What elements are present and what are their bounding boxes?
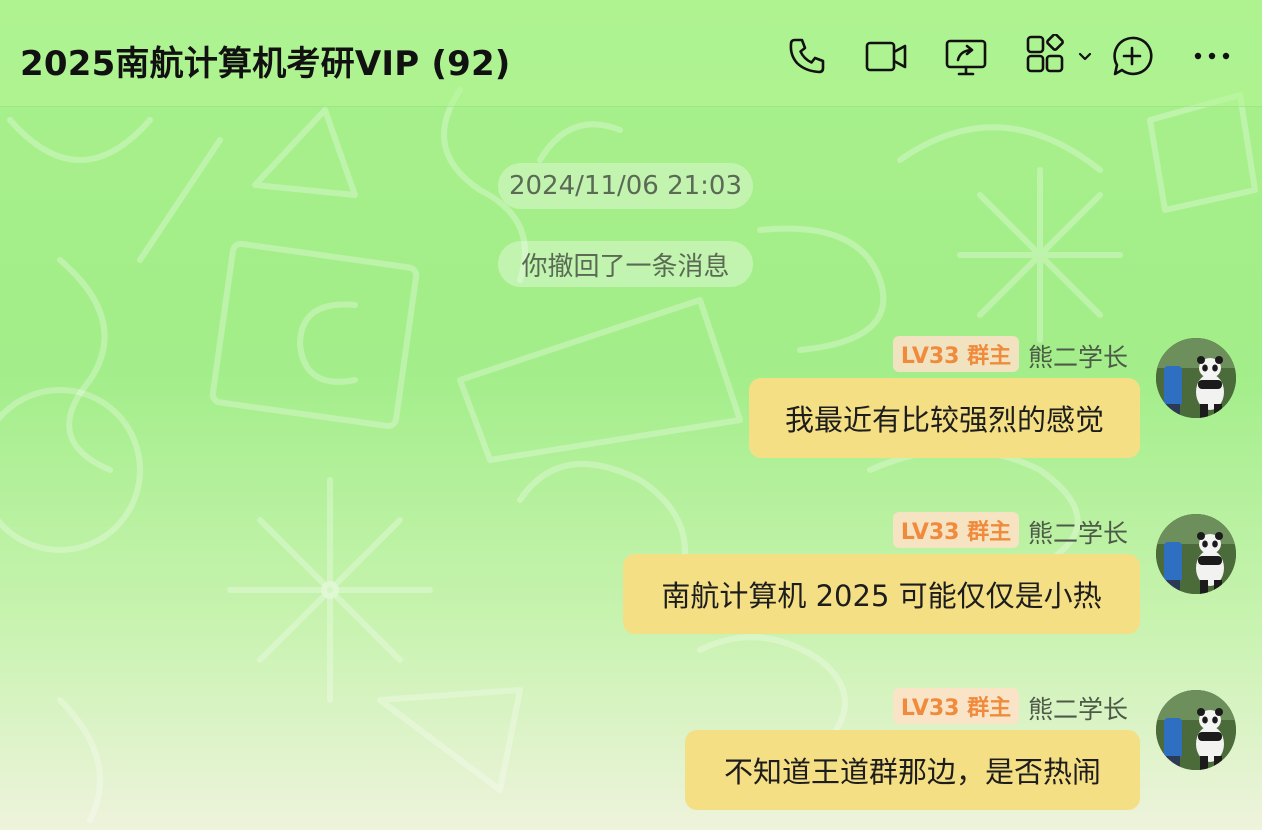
add-chat-icon[interactable] (1110, 34, 1154, 78)
sender-name[interactable]: 熊二学长 (1028, 514, 1128, 550)
system-notice: 你撤回了一条消息 (498, 241, 753, 287)
screen-share-icon[interactable] (944, 34, 988, 78)
sender-name[interactable]: 熊二学长 (1028, 338, 1128, 374)
role-badge: LV33 群主 (893, 512, 1019, 548)
chat-header: 2025南航计算机考研VIP (92) (0, 0, 1262, 107)
phone-icon[interactable] (785, 34, 829, 78)
avatar[interactable] (1156, 514, 1236, 594)
more-icon[interactable] (1190, 34, 1234, 78)
sender-name[interactable]: 熊二学长 (1028, 690, 1128, 726)
apps-icon[interactable] (1024, 34, 1068, 78)
avatar[interactable] (1156, 338, 1236, 418)
role-badge: LV33 群主 (893, 688, 1019, 724)
video-call-icon[interactable] (864, 34, 908, 78)
avatar[interactable] (1156, 690, 1236, 770)
message-bubble[interactable]: 不知道王道群那边，是否热闹 (685, 730, 1140, 810)
role-badge: LV33 群主 (893, 336, 1019, 372)
message-bubble[interactable]: 我最近有比较强烈的感觉 (749, 378, 1140, 458)
timestamp-pill: 2024/11/06 21:03 (498, 163, 753, 209)
chevron-down-icon[interactable] (1072, 34, 1098, 78)
chat-title: 2025南航计算机考研VIP (92) (20, 44, 511, 84)
message-bubble[interactable]: 南航计算机 2025 可能仅仅是小热 (623, 554, 1140, 634)
